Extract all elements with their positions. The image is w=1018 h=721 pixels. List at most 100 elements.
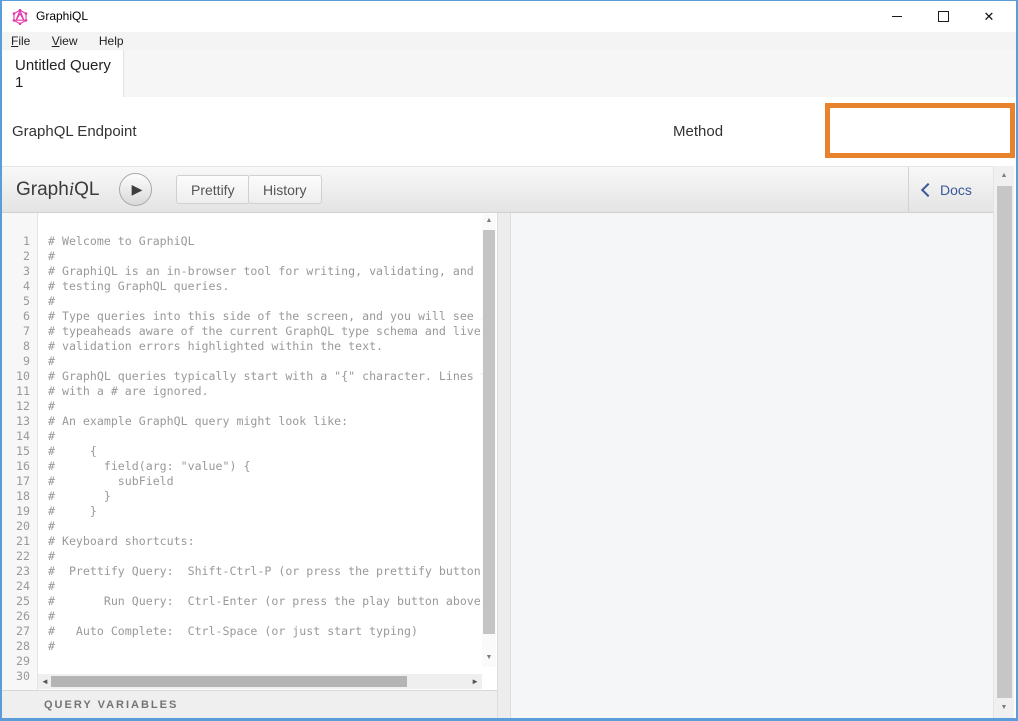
code-line[interactable]: # } [48, 504, 482, 519]
line-number: 13 [2, 414, 37, 429]
chevron-left-icon [921, 182, 935, 196]
minimize-button[interactable] [874, 1, 920, 32]
code-line[interactable]: # GraphQL queries typically start with a… [48, 369, 482, 384]
line-number: 10 [2, 369, 37, 384]
menu-help[interactable]: Help [90, 32, 133, 50]
maximize-icon [938, 11, 949, 22]
menu-view[interactable]: View [43, 32, 87, 50]
code-line[interactable]: # testing GraphQL queries. [48, 279, 482, 294]
code-line[interactable]: # Type queries into this side of the scr… [48, 309, 482, 324]
menu-bar: File View Help [2, 32, 1016, 50]
line-number: 9 [2, 354, 37, 369]
tab-strip: Untitled Query 1 [2, 50, 1016, 97]
graphiql-wordmark: GraphiQL [16, 167, 99, 212]
prettify-button[interactable]: Prettify [176, 175, 250, 204]
code-line[interactable]: # An example GraphQL query might look li… [48, 414, 482, 429]
line-number: 27 [2, 624, 37, 639]
close-button[interactable]: ✕ [966, 1, 1012, 32]
code-line[interactable]: # typeaheads aware of the current GraphQ… [48, 324, 482, 339]
code-line[interactable]: # Keyboard shortcuts: [48, 534, 482, 549]
endpoint-label: GraphQL Endpoint [12, 97, 137, 166]
scroll-right-icon[interactable]: ► [471, 674, 479, 689]
line-number: 11 [2, 384, 37, 399]
editor-gutter: 1234567891011121314151617181920212223242… [2, 213, 38, 690]
editor-hscroll-thumb[interactable] [51, 676, 407, 687]
result-pane [511, 213, 993, 718]
code-line[interactable]: # [48, 519, 482, 534]
editor-code-lines[interactable]: # Welcome to GraphiQL## GraphiQL is an i… [39, 213, 482, 673]
code-line[interactable]: # GraphiQL is an in-browser tool for wri… [48, 264, 482, 279]
scroll-down-icon[interactable]: ▼ [482, 652, 496, 664]
query-editor[interactable]: 1234567891011121314151617181920212223242… [2, 213, 497, 690]
line-number: 5 [2, 294, 37, 309]
line-number: 23 [2, 564, 37, 579]
scroll-up-icon[interactable]: ▲ [482, 215, 496, 227]
code-line[interactable]: # { [48, 444, 482, 459]
minimize-icon [892, 16, 902, 17]
docs-divider [908, 167, 909, 212]
scroll-left-icon[interactable]: ◄ [41, 674, 49, 689]
query-variables-label: QUERY VARIABLES [44, 691, 178, 719]
code-line[interactable]: # [48, 354, 482, 369]
editor-horizontal-scrollbar[interactable]: ◄ ► [38, 674, 482, 689]
line-number: 28 [2, 639, 37, 654]
line-number: 6 [2, 309, 37, 324]
code-line[interactable]: # field(arg: "value") { [48, 459, 482, 474]
line-number: 19 [2, 504, 37, 519]
line-number: 30 [2, 669, 37, 684]
line-number: 12 [2, 399, 37, 414]
line-number: 21 [2, 534, 37, 549]
docs-toggle-button[interactable]: Docs [923, 167, 972, 212]
history-button[interactable]: History [248, 175, 322, 204]
code-line[interactable]: # [48, 249, 482, 264]
code-line[interactable] [48, 654, 482, 669]
code-line[interactable]: # [48, 549, 482, 564]
execute-query-button[interactable]: ▶ [119, 173, 152, 206]
code-line[interactable]: # [48, 429, 482, 444]
play-icon: ▶ [132, 181, 143, 198]
window-controls: ✕ [874, 1, 1012, 32]
line-number: 14 [2, 429, 37, 444]
code-line[interactable]: # with a # are ignored. [48, 384, 482, 399]
code-line[interactable]: # subField [48, 474, 482, 489]
scroll-up-icon[interactable]: ▲ [994, 170, 1014, 182]
line-number: 26 [2, 609, 37, 624]
code-line[interactable]: # [48, 639, 482, 654]
line-number: 15 [2, 444, 37, 459]
graphiql-logo-icon [12, 9, 28, 25]
line-number: 4 [2, 279, 37, 294]
maximize-button[interactable] [920, 1, 966, 32]
window-title: GraphiQL [36, 1, 88, 32]
pane-resize-handle[interactable] [497, 213, 511, 718]
window-vertical-scrollbar[interactable]: ▲ ▼ [993, 166, 1014, 718]
scroll-down-icon[interactable]: ▼ [994, 702, 1014, 714]
code-line[interactable]: # Run Query: Ctrl-Enter (or press the pl… [48, 594, 482, 609]
menu-file[interactable]: File [2, 32, 39, 50]
editor-vertical-scrollbar[interactable]: ▲ ▼ [482, 214, 496, 667]
close-icon: ✕ [984, 10, 995, 23]
code-line[interactable]: # validation errors highlighted within t… [48, 339, 482, 354]
line-number: 25 [2, 594, 37, 609]
query-variables-bar[interactable]: QUERY VARIABLES [2, 690, 497, 718]
editor-vscroll-thumb[interactable] [483, 230, 495, 634]
code-line[interactable]: # Welcome to GraphiQL [48, 234, 482, 249]
line-number: 16 [2, 459, 37, 474]
code-line[interactable]: # [48, 579, 482, 594]
code-line[interactable] [48, 669, 482, 673]
code-line[interactable]: # Prettify Query: Shift-Ctrl-P (or press… [48, 564, 482, 579]
line-number: 8 [2, 339, 37, 354]
line-number: 24 [2, 579, 37, 594]
tab-untitled-query-1[interactable]: Untitled Query 1 [2, 50, 124, 97]
window-vscroll-thumb[interactable] [997, 186, 1012, 698]
method-label: Method [673, 97, 723, 166]
line-number: 17 [2, 474, 37, 489]
line-number: 2 [2, 249, 37, 264]
code-line[interactable]: # Auto Complete: Ctrl-Space (or just sta… [48, 624, 482, 639]
code-line[interactable]: # } [48, 489, 482, 504]
code-line[interactable]: # [48, 294, 482, 309]
code-line[interactable]: # [48, 609, 482, 624]
line-number: 29 [2, 654, 37, 669]
code-line[interactable]: # [48, 399, 482, 414]
title-bar: GraphiQL ✕ [2, 1, 1016, 32]
line-number: 7 [2, 324, 37, 339]
